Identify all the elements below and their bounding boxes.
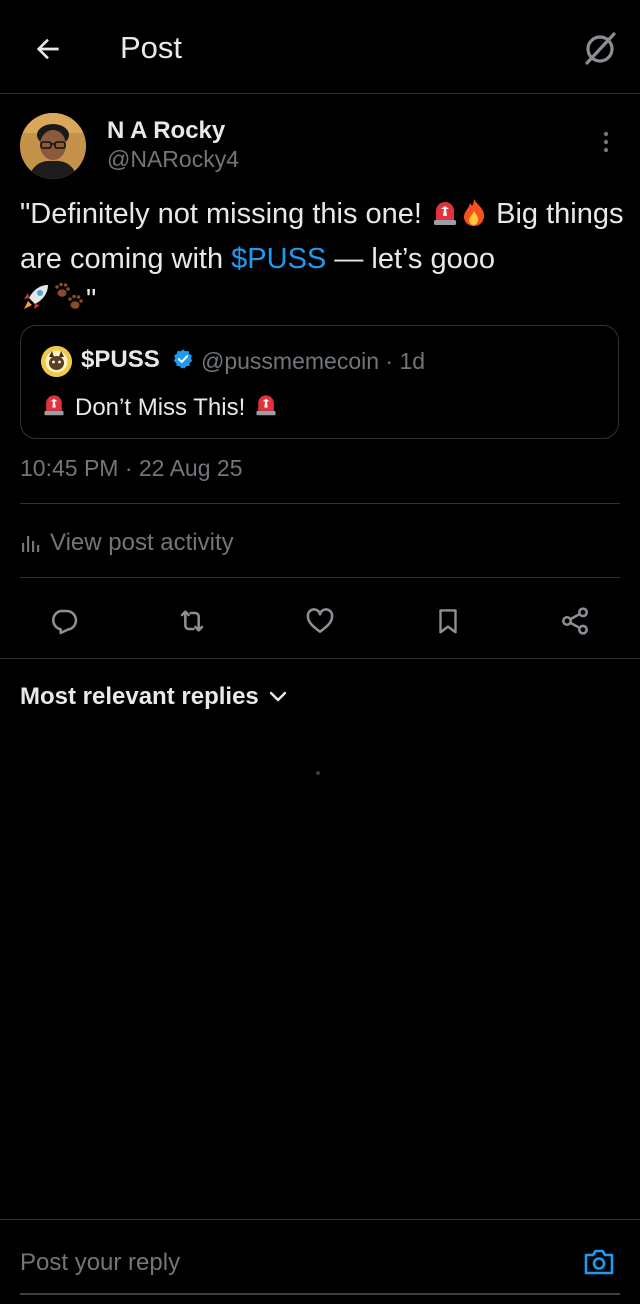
avatar-photo — [20, 113, 86, 179]
paw-prints-emoji-icon — [52, 281, 86, 325]
grok-slash-circle-icon — [585, 32, 616, 65]
quoted-post-card[interactable]: $PUSS @pussmemecoin · 1d Don’t Miss This… — [20, 325, 619, 439]
quote-author-name: $PUSS — [81, 346, 160, 373]
more-options-button[interactable] — [594, 126, 618, 158]
divider — [20, 577, 620, 578]
bookmark-icon — [439, 609, 457, 634]
loading-indicator — [316, 771, 320, 775]
repost-icon — [180, 610, 204, 632]
siren-emoji-icon — [430, 197, 460, 239]
rocket-emoji-icon — [20, 281, 52, 325]
post-text-part: "Definitely not missing this one! — [20, 198, 431, 230]
activity-label: View post activity — [50, 529, 234, 556]
author-handle[interactable]: @NARocky4 — [107, 146, 239, 173]
top-bar: Post — [0, 0, 640, 94]
view-post-activity-link[interactable]: View post activity — [20, 526, 234, 560]
quote-avatar — [41, 346, 72, 377]
bookmark-button[interactable] — [430, 604, 466, 638]
post-action-bar — [0, 590, 640, 650]
quote-author-handle: @pussmemecoin · 1d — [201, 348, 426, 374]
siren-emoji-icon — [41, 391, 67, 424]
share-button[interactable] — [557, 604, 593, 638]
replies-sort-dropdown[interactable]: Most relevant replies — [20, 683, 287, 711]
sort-label: Most relevant replies — [20, 683, 259, 710]
camera-icon — [584, 1249, 614, 1275]
post-text-part: — let’s gooo — [326, 243, 495, 275]
post-text: "Definitely not missing this one! Big th… — [20, 194, 625, 325]
more-vertical-icon — [603, 131, 609, 153]
reply-input[interactable] — [20, 1245, 540, 1281]
divider — [0, 658, 640, 659]
fire-emoji-icon — [460, 197, 488, 239]
like-button[interactable] — [302, 604, 338, 638]
post-timestamp: 10:45 PM · 22 Aug 25 — [20, 455, 243, 481]
verified-badge-icon — [173, 349, 193, 369]
arrow-left-icon — [36, 38, 59, 60]
share-icon — [562, 607, 588, 635]
repost-button[interactable] — [174, 604, 210, 638]
divider — [20, 503, 620, 504]
heart-icon — [306, 608, 334, 633]
reply-input-underline — [20, 1293, 620, 1295]
siren-emoji-icon — [253, 391, 279, 424]
quote-text: Don’t Miss This! — [41, 391, 279, 424]
page-title: Post — [120, 30, 183, 65]
analytics-bars-icon — [22, 536, 40, 552]
back-button[interactable] — [28, 29, 68, 69]
author-name[interactable]: N A Rocky — [107, 117, 225, 145]
chevron-down-icon — [269, 691, 286, 702]
camera-button[interactable] — [580, 1244, 618, 1280]
quote-text-label: Don’t Miss This! — [75, 393, 246, 421]
post-text-part: " — [86, 284, 97, 316]
reply-icon — [52, 609, 78, 635]
reply-button[interactable] — [46, 604, 82, 638]
cashtag-link[interactable]: $PUSS — [231, 243, 326, 275]
grok-button[interactable] — [578, 26, 622, 70]
author-avatar[interactable] — [20, 113, 86, 179]
